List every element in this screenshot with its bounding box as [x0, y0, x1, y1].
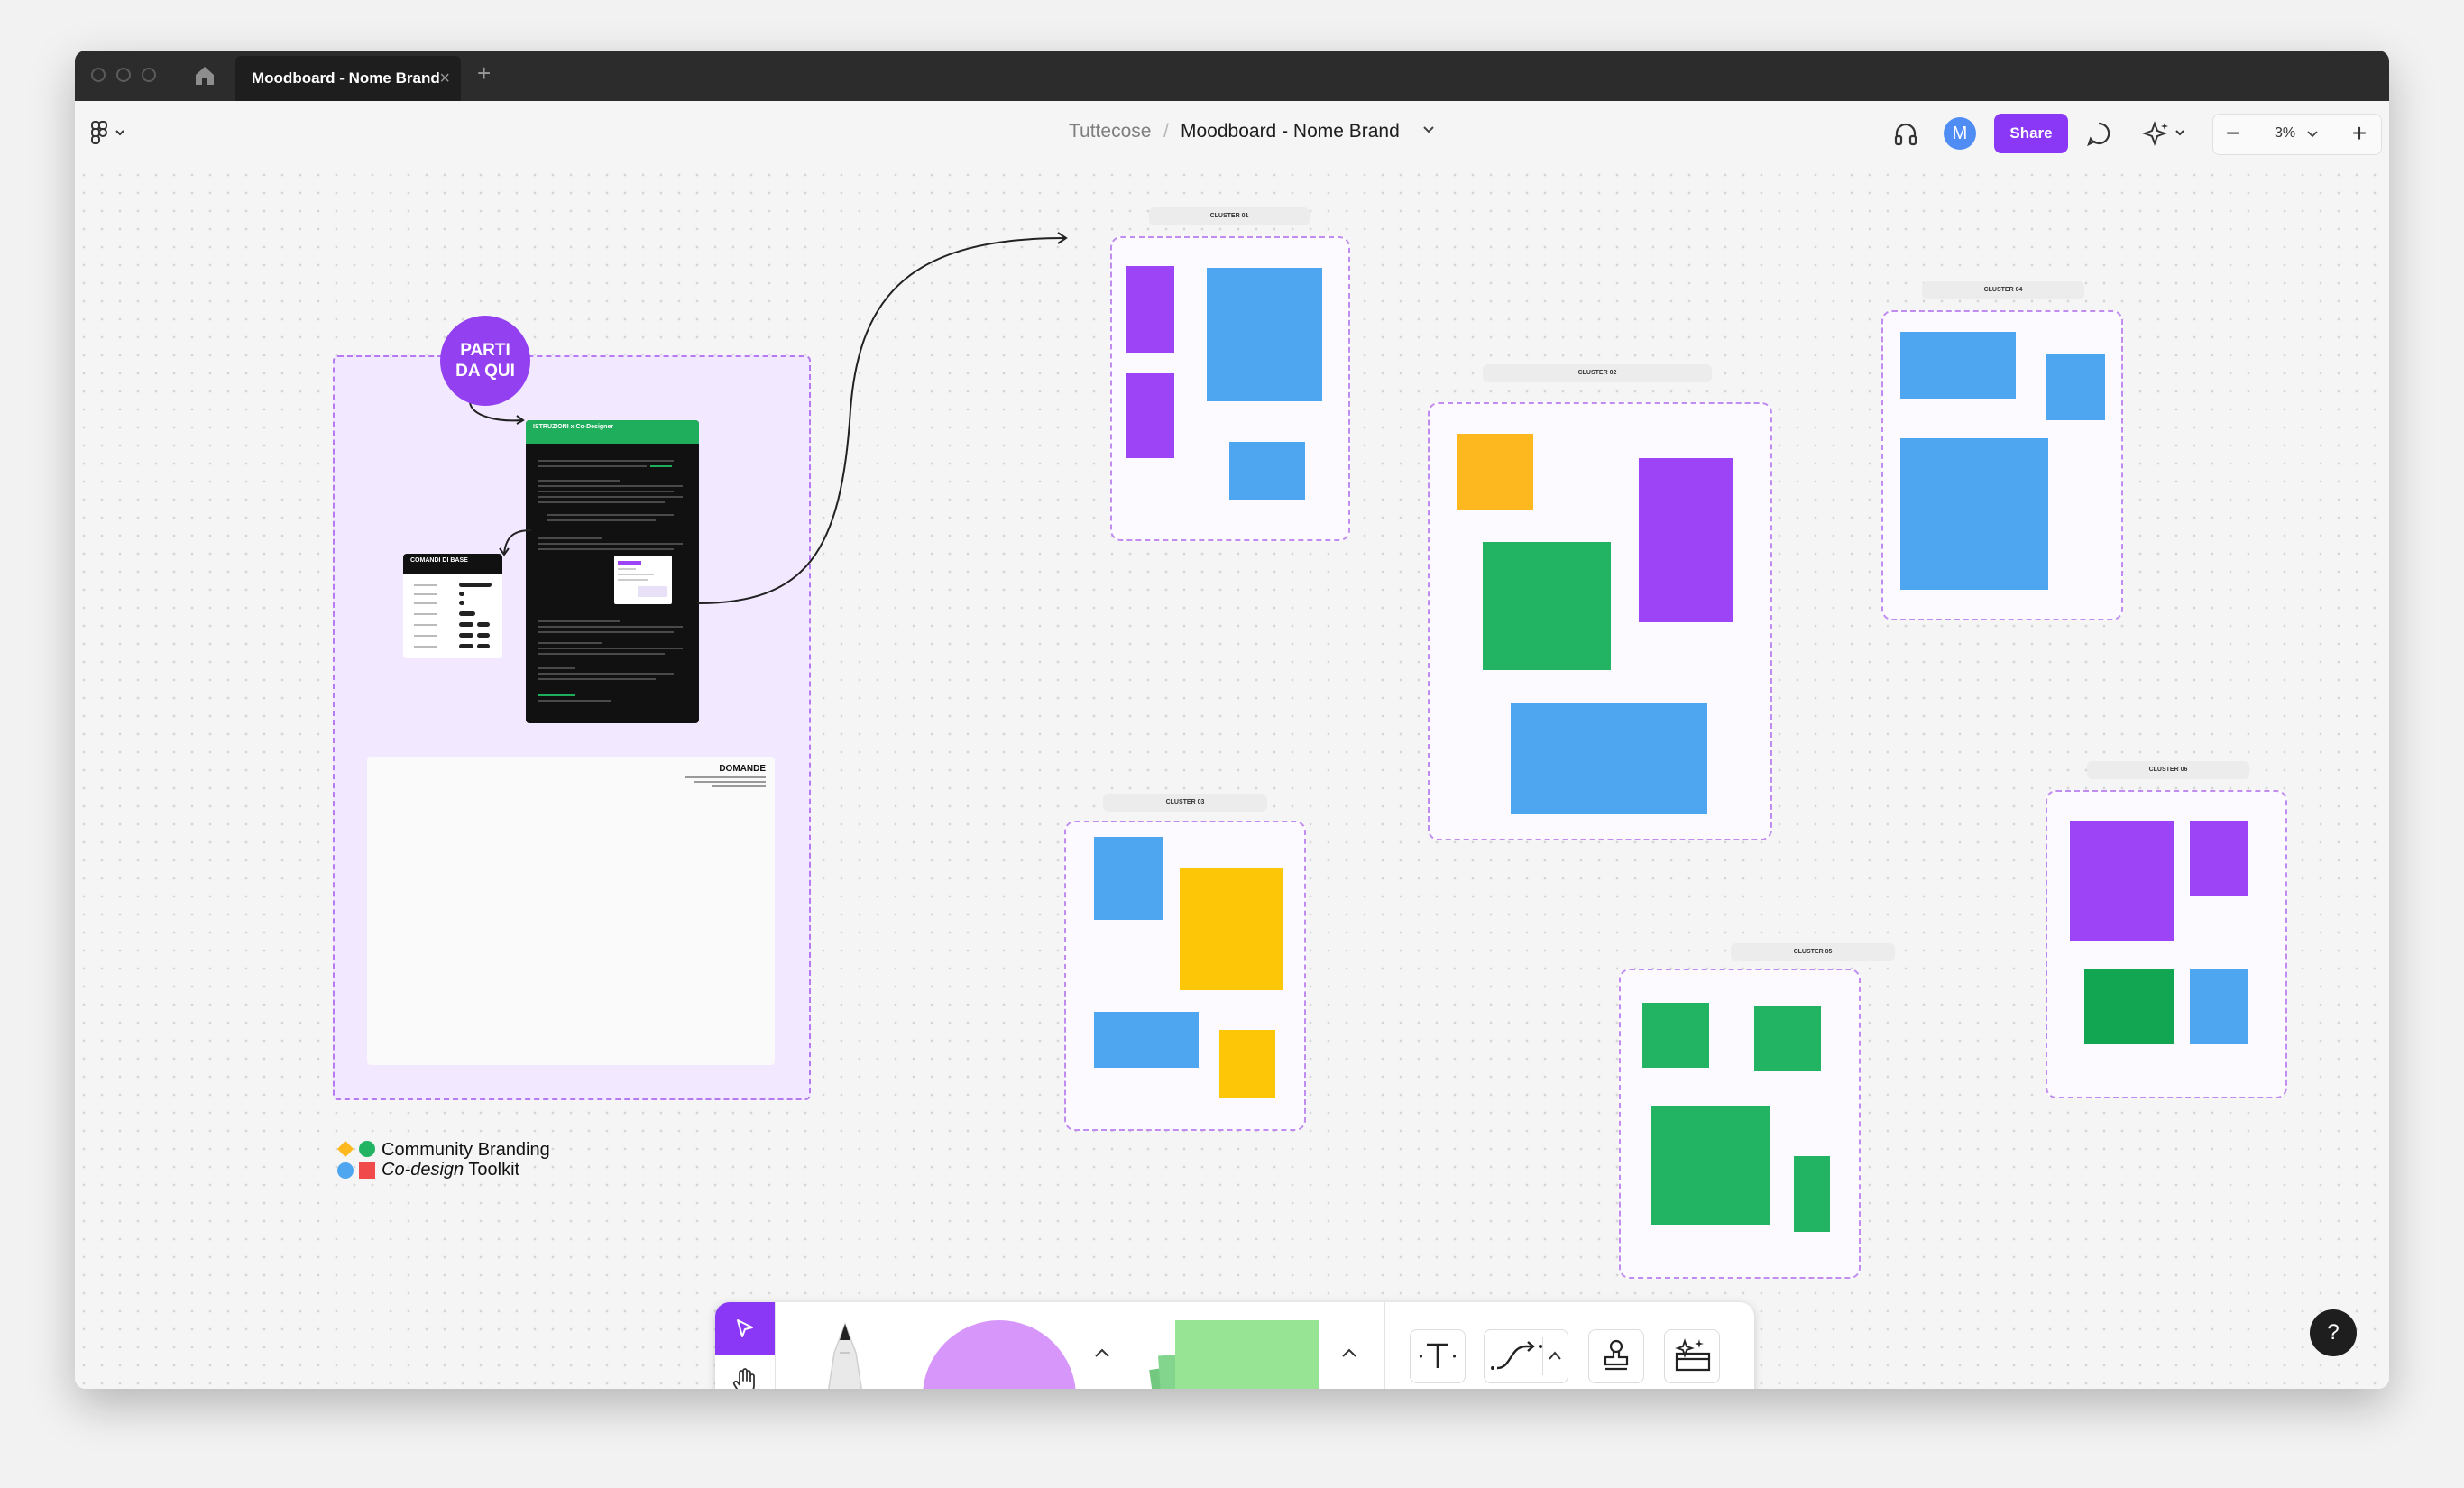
instructions-title: ISTRUZIONI x Co-Designer [526, 420, 699, 444]
sticky-note[interactable] [2046, 354, 2105, 420]
sticky-note[interactable] [1642, 1003, 1709, 1068]
comment-icon[interactable] [2084, 119, 2113, 148]
cluster-03-label[interactable]: CLUSTER 03 [1103, 794, 1267, 812]
start-here-text: PARTI DA QUI [455, 341, 515, 381]
drawing-toolbar [715, 1302, 1754, 1389]
start-here-badge[interactable]: PARTI DA QUI [440, 316, 530, 406]
breadcrumb-team[interactable]: Tuttecose [1069, 121, 1151, 142]
stamp-icon [1604, 1339, 1629, 1371]
sticky-note[interactable] [1754, 1006, 1821, 1071]
zoom-menu-chevron-icon[interactable] [2307, 131, 2318, 138]
sticky-note[interactable] [2190, 821, 2248, 896]
sticky-note[interactable] [1180, 868, 1283, 990]
logo-line2-em: Co-design [382, 1160, 464, 1180]
hand-tool-button[interactable] [715, 1355, 775, 1389]
ai-sparkle-menu-icon[interactable] [2142, 119, 2189, 148]
tab-moodboard[interactable]: Moodboard - Nome Brand × [235, 56, 461, 101]
sticky-note[interactable] [1126, 373, 1174, 458]
cluster-01-label[interactable]: CLUSTER 01 [1149, 207, 1310, 225]
connector-icon [1491, 1341, 1542, 1370]
sticky-note[interactable] [1900, 332, 2016, 399]
zoom-control: − 3% + [2212, 114, 2382, 155]
sticky-note[interactable] [1651, 1106, 1770, 1225]
new-tab-button[interactable]: + [477, 60, 491, 87]
connector-tool-button[interactable] [1484, 1329, 1568, 1383]
questions-title: DOMANDE [719, 764, 766, 774]
breadcrumb-separator: / [1163, 121, 1169, 142]
sticky-note[interactable] [1483, 542, 1611, 670]
shape-tool-circle[interactable] [923, 1320, 1076, 1389]
sticky-note[interactable] [1094, 1012, 1199, 1068]
sticky-note[interactable] [2084, 969, 2174, 1044]
breadcrumb-file-name[interactable]: Moodboard - Nome Brand [1181, 121, 1400, 142]
sticky-note[interactable] [1219, 1030, 1275, 1098]
sticky-tool-chevron-up-icon[interactable] [1341, 1347, 1357, 1358]
connector-chevron-up-icon[interactable] [1548, 1350, 1562, 1361]
sticky-note[interactable] [1794, 1156, 1830, 1232]
toolkit-logo [337, 1141, 375, 1179]
hand-icon [732, 1368, 755, 1389]
instructions-card[interactable]: ISTRUZIONI x Co-Designer [526, 420, 699, 723]
text-icon [1420, 1343, 1456, 1368]
sticky-note[interactable] [1457, 434, 1533, 510]
minimize-window-button[interactable] [116, 68, 131, 82]
sticky-note[interactable] [1229, 442, 1305, 500]
logo-line2-rest: Toolkit [468, 1160, 520, 1180]
share-button[interactable]: Share [1994, 114, 2068, 153]
top-toolbar: Tuttecose / Moodboard - Nome Brand M Sha… [75, 101, 2389, 166]
zoom-level[interactable]: 3% [2275, 125, 2295, 142]
logo-line2: Co-design Toolkit [382, 1160, 519, 1180]
cluster-05-label[interactable]: CLUSTER 05 [1731, 943, 1895, 961]
sticky-note[interactable] [1126, 266, 1174, 353]
logo-line1: Community Branding [382, 1140, 550, 1160]
select-tool-button[interactable] [715, 1302, 775, 1355]
figma-menu-icon[interactable] [91, 121, 133, 144]
cluster-06-label[interactable]: CLUSTER 06 [2087, 761, 2249, 779]
pen-tool-icon[interactable] [811, 1322, 879, 1389]
whiteboard-canvas[interactable]: PARTI DA QUI ISTRUZIONI x Co-Designer CO… [75, 166, 2389, 1389]
sticky-note-tool[interactable] [1148, 1320, 1329, 1389]
zoom-in-button[interactable]: + [2343, 118, 2376, 151]
widgets-tool-button[interactable] [1664, 1329, 1720, 1383]
zoom-out-button[interactable]: − [2217, 118, 2249, 151]
help-button[interactable]: ? [2310, 1309, 2357, 1356]
tab-title: Moodboard - Nome Brand [252, 69, 440, 87]
sticky-note[interactable] [1639, 458, 1733, 622]
file-menu-chevron-icon[interactable] [1422, 125, 1435, 134]
stamp-tool-button[interactable] [1588, 1329, 1644, 1383]
sticky-note[interactable] [1207, 268, 1322, 401]
shape-tool-chevron-up-icon[interactable] [1094, 1347, 1110, 1358]
widgets-sparkle-icon [1675, 1338, 1711, 1372]
maximize-window-button[interactable] [142, 68, 156, 82]
sticky-note[interactable] [1094, 837, 1163, 920]
title-bar: Moodboard - Nome Brand × + [75, 51, 2389, 101]
connector-line[interactable] [697, 229, 1094, 608]
cluster-04-label[interactable]: CLUSTER 04 [1922, 281, 2084, 299]
basic-commands-card[interactable]: COMANDI DI BASE [403, 554, 502, 658]
text-tool-button[interactable] [1410, 1329, 1466, 1383]
questions-card[interactable]: DOMANDE [367, 757, 775, 1065]
sticky-note[interactable] [2190, 969, 2248, 1044]
home-icon[interactable] [192, 63, 217, 88]
tab-close-icon[interactable]: × [439, 56, 450, 101]
headphones-icon[interactable] [1891, 119, 1920, 148]
sticky-note[interactable] [1511, 703, 1707, 814]
instructions-screenshot [614, 556, 672, 604]
app-window: Moodboard - Nome Brand × + Tuttecose / M… [75, 51, 2389, 1389]
sticky-note[interactable] [1900, 438, 2048, 590]
cursor-icon [737, 1319, 753, 1337]
close-window-button[interactable] [91, 68, 106, 82]
sticky-note[interactable] [2070, 821, 2174, 941]
user-avatar[interactable]: M [1944, 117, 1976, 150]
basic-commands-title: COMANDI DI BASE [403, 554, 502, 574]
cluster-02-label[interactable]: CLUSTER 02 [1483, 364, 1712, 382]
